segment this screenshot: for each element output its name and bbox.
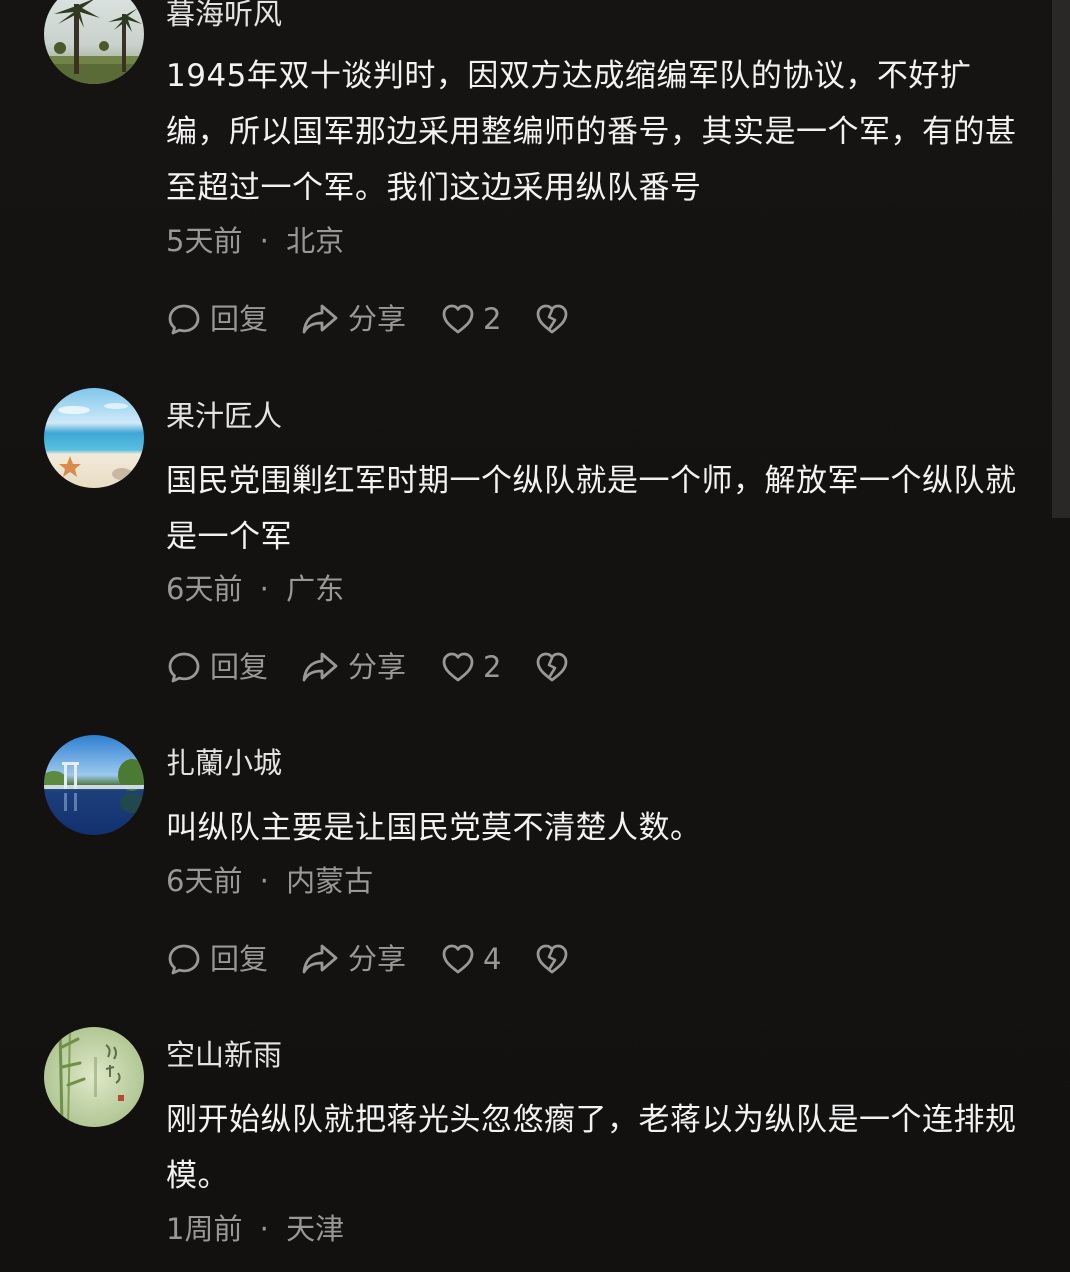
username[interactable]: 果汁匠人 bbox=[166, 396, 282, 436]
comment-location: 北京 bbox=[286, 224, 345, 258]
share-icon bbox=[302, 304, 338, 334]
reply-icon bbox=[168, 652, 200, 683]
share-button[interactable]: 分享 bbox=[300, 647, 441, 687]
comment-time: 5天前 bbox=[166, 224, 243, 258]
reply-label: 回复 bbox=[210, 942, 269, 976]
dislike-button[interactable] bbox=[535, 942, 569, 976]
avatar[interactable] bbox=[44, 0, 144, 84]
like-button[interactable]: 2 bbox=[441, 299, 535, 339]
comment-actions: 回复 分享 2 bbox=[166, 299, 569, 339]
reply-button[interactable]: 回复 bbox=[166, 939, 300, 979]
beach-starfish-avatar-image bbox=[44, 388, 144, 488]
reply-icon bbox=[168, 304, 200, 335]
share-label: 分享 bbox=[348, 650, 407, 684]
avatar[interactable] bbox=[44, 388, 144, 488]
username[interactable]: 暮海听风 bbox=[166, 0, 282, 34]
comment-text: 叫纵队主要是让国民党莫不清楚人数。 bbox=[166, 810, 702, 846]
like-count: 2 bbox=[483, 650, 502, 684]
username[interactable]: 空山新雨 bbox=[166, 1035, 282, 1075]
broken-heart-icon bbox=[536, 944, 568, 974]
lake-bridge-avatar-image bbox=[44, 735, 144, 835]
dislike-button[interactable] bbox=[535, 650, 569, 684]
like-count: 2 bbox=[483, 302, 502, 336]
comment-text: 国民党围剿红军时期一个纵队就是一个师，解放军一个纵队就是一个军 bbox=[166, 463, 1017, 555]
comment-time: 6天前 bbox=[166, 864, 243, 898]
username[interactable]: 扎蘭小城 bbox=[166, 743, 282, 783]
meta-separator: · bbox=[259, 224, 269, 258]
comment-meta: 6天前 · 内蒙古 bbox=[166, 861, 373, 901]
like-button[interactable]: 2 bbox=[441, 647, 535, 687]
comment-location: 天津 bbox=[286, 1212, 345, 1246]
like-count: 4 bbox=[483, 942, 502, 976]
share-label: 分享 bbox=[348, 942, 407, 976]
meta-separator: · bbox=[259, 572, 269, 606]
comment-location: 内蒙古 bbox=[286, 864, 374, 898]
like-button[interactable]: 4 bbox=[441, 939, 535, 979]
share-button[interactable]: 分享 bbox=[300, 939, 441, 979]
share-icon bbox=[302, 944, 338, 974]
meta-separator: · bbox=[259, 864, 269, 898]
meta-separator: · bbox=[259, 1212, 269, 1246]
comment-meta: 1周前 · 天津 bbox=[166, 1209, 344, 1249]
reply-button[interactable]: 回复 bbox=[166, 299, 300, 339]
reply-label: 回复 bbox=[210, 650, 269, 684]
comment-actions: 回复 分享 4 bbox=[166, 939, 569, 979]
palm-trees-avatar-image bbox=[44, 0, 144, 84]
comment-actions: 回复 分享 2 bbox=[166, 647, 569, 687]
share-icon bbox=[302, 652, 338, 682]
reply-label: 回复 bbox=[210, 302, 269, 336]
reply-icon bbox=[168, 944, 200, 975]
share-label: 分享 bbox=[348, 302, 407, 336]
heart-icon bbox=[442, 304, 474, 334]
heart-icon bbox=[442, 652, 474, 682]
scrollbar[interactable] bbox=[1052, 0, 1070, 518]
broken-heart-icon bbox=[536, 304, 568, 334]
comment-meta: 6天前 · 广东 bbox=[166, 569, 344, 609]
bamboo-calligraphy-avatar-image bbox=[44, 1027, 144, 1127]
comment-location: 广东 bbox=[286, 572, 345, 606]
comment-text: 刚开始纵队就把蒋光头忽悠瘸了，老蒋以为纵队是一个连排规模。 bbox=[166, 1102, 1017, 1194]
heart-icon bbox=[442, 944, 474, 974]
comment-time: 6天前 bbox=[166, 572, 243, 606]
broken-heart-icon bbox=[536, 652, 568, 682]
comment-meta: 5天前 · 北京 bbox=[166, 221, 344, 261]
reply-button[interactable]: 回复 bbox=[166, 647, 300, 687]
comment-time: 1周前 bbox=[166, 1212, 243, 1246]
avatar[interactable] bbox=[44, 735, 144, 835]
comment-feed: 暮海听风 1945年双十谈判时，因双方达成缩编军队的协议，不好扩编，所以国军那边… bbox=[0, 0, 1070, 1272]
avatar[interactable] bbox=[44, 1027, 144, 1127]
dislike-button[interactable] bbox=[535, 302, 569, 336]
share-button[interactable]: 分享 bbox=[300, 299, 441, 339]
comment-text: 1945年双十谈判时，因双方达成缩编军队的协议，不好扩编，所以国军那边采用整编师… bbox=[166, 58, 1017, 206]
